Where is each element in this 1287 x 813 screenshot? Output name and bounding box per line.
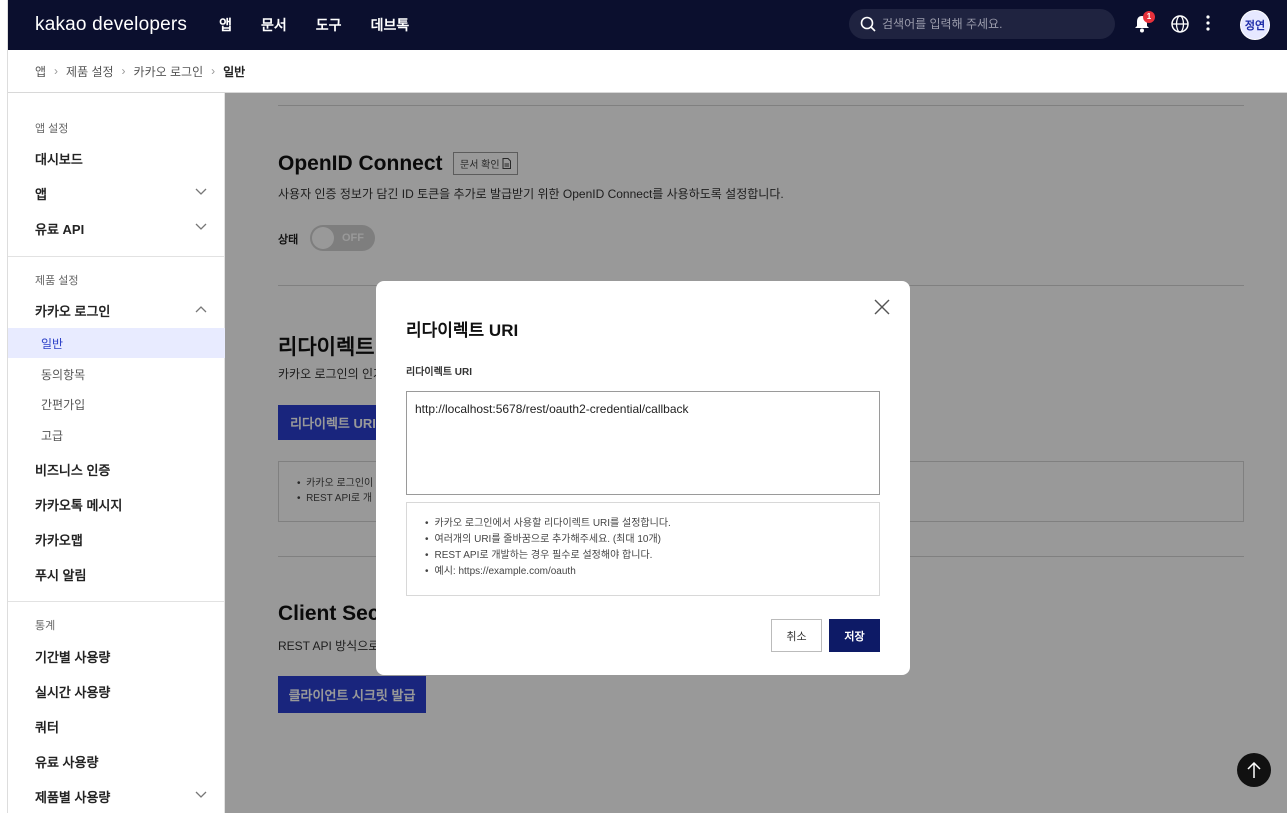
sidebar-item-paid-usage[interactable]: 유료 사용량	[8, 746, 225, 776]
close-icon[interactable]	[874, 299, 890, 315]
sidebar-item-business[interactable]: 비즈니스 인증	[8, 454, 225, 484]
sidebar-item-label: 제품별 사용량	[35, 789, 111, 805]
sidebar-sub-consent[interactable]: 동의항목	[8, 359, 225, 389]
sidebar-item-label: 유료 API	[35, 221, 85, 237]
breadcrumb-current: 일반	[223, 64, 246, 79]
globe-icon[interactable]	[1170, 14, 1190, 34]
nav-devtalk[interactable]: 데브톡	[371, 15, 410, 35]
breadcrumb-app[interactable]: 앱	[35, 63, 46, 80]
help-item: 카카오 로그인에서 사용할 리다이렉트 URI를 설정합니다.	[425, 516, 861, 532]
sidebar-sub-advanced[interactable]: 고급	[8, 420, 225, 450]
brand-logo[interactable]: kakao developers	[35, 14, 187, 36]
chevron-right-icon: ›	[211, 64, 216, 78]
chevron-down-icon	[195, 223, 207, 230]
search-bar[interactable]	[849, 9, 1115, 39]
sidebar-item-label: 카카오 로그인	[35, 303, 111, 319]
chevron-down-icon	[195, 791, 207, 798]
nav-app[interactable]: 앱	[219, 15, 232, 35]
divider	[8, 256, 225, 257]
help-item: 예시: https://example.com/oauth	[425, 564, 861, 580]
avatar[interactable]: 정연	[1240, 10, 1270, 40]
sidebar-item-paid-api[interactable]: 유료 API	[8, 213, 225, 243]
modal-title: 리다이렉트 URI	[406, 321, 519, 340]
divider	[8, 601, 225, 602]
nav-tools[interactable]: 도구	[316, 15, 342, 35]
sidebar-sub-simple-signup[interactable]: 간편가입	[8, 389, 225, 419]
field-label: 리다이렉트 URI	[406, 367, 472, 378]
section-product-settings: 제품 설정	[35, 275, 79, 287]
breadcrumb-kakao-login[interactable]: 카카오 로그인	[134, 63, 204, 80]
cancel-button[interactable]: 취소	[771, 619, 822, 652]
redirect-uri-input[interactable]	[406, 391, 880, 495]
sidebar-item-usage-period[interactable]: 기간별 사용량	[8, 641, 225, 671]
sidebar-item-usage-realtime[interactable]: 실시간 사용량	[8, 676, 225, 706]
sidebar-item-quota[interactable]: 쿼터	[8, 711, 225, 741]
help-item: REST API로 개발하는 경우 필수로 설정해야 합니다.	[425, 548, 861, 564]
redirect-uri-modal: 리다이렉트 URI 리다이렉트 URI 카카오 로그인에서 사용할 리다이렉트 …	[376, 281, 910, 675]
section-app-settings: 앱 설정	[35, 123, 69, 135]
notification-badge: 1	[1143, 11, 1155, 23]
main-nav: 앱 문서 도구 데브톡	[219, 15, 438, 35]
sidebar-item-kakao-login[interactable]: 카카오 로그인	[8, 295, 225, 325]
sidebar-item-kakaotalk-message[interactable]: 카카오톡 메시지	[8, 489, 225, 519]
save-button[interactable]: 저장	[829, 619, 880, 652]
sidebar: 앱 설정 대시보드 앱 유료 API 제품 설정 카카오 로그인 일반 동의항목…	[8, 93, 225, 813]
help-item: 여러개의 URI를 줄바꿈으로 추가해주세요. (최대 10개)	[425, 532, 861, 548]
sidebar-item-kakaomap[interactable]: 카카오맵	[8, 524, 225, 554]
arrow-up-icon	[1247, 761, 1261, 778]
breadcrumb: 앱 › 제품 설정 › 카카오 로그인 › 일반	[8, 50, 1287, 93]
left-gutter	[0, 0, 8, 813]
chevron-down-icon	[195, 188, 207, 195]
sidebar-item-push[interactable]: 푸시 알림	[8, 559, 225, 589]
sidebar-item-label: 앱	[35, 186, 47, 202]
search-input[interactable]	[882, 17, 1102, 31]
sidebar-item-product-usage[interactable]: 제품별 사용량	[8, 781, 225, 811]
more-icon[interactable]	[1205, 13, 1211, 33]
scroll-to-top-button[interactable]	[1237, 753, 1271, 787]
nav-docs[interactable]: 문서	[261, 15, 287, 35]
section-stats: 통계	[35, 620, 56, 632]
search-icon	[860, 16, 876, 32]
breadcrumb-product-settings[interactable]: 제품 설정	[66, 63, 114, 80]
top-bar: kakao developers 앱 문서 도구 데브톡 1 정연	[8, 0, 1287, 50]
chevron-right-icon: ›	[121, 64, 126, 78]
chevron-right-icon: ›	[54, 64, 59, 78]
sidebar-item-app[interactable]: 앱	[8, 178, 225, 208]
sidebar-item-dashboard[interactable]: 대시보드	[8, 143, 225, 173]
chevron-up-icon	[195, 306, 207, 313]
sidebar-sub-general[interactable]: 일반	[8, 328, 225, 358]
help-box: 카카오 로그인에서 사용할 리다이렉트 URI를 설정합니다. 여러개의 URI…	[406, 502, 880, 596]
